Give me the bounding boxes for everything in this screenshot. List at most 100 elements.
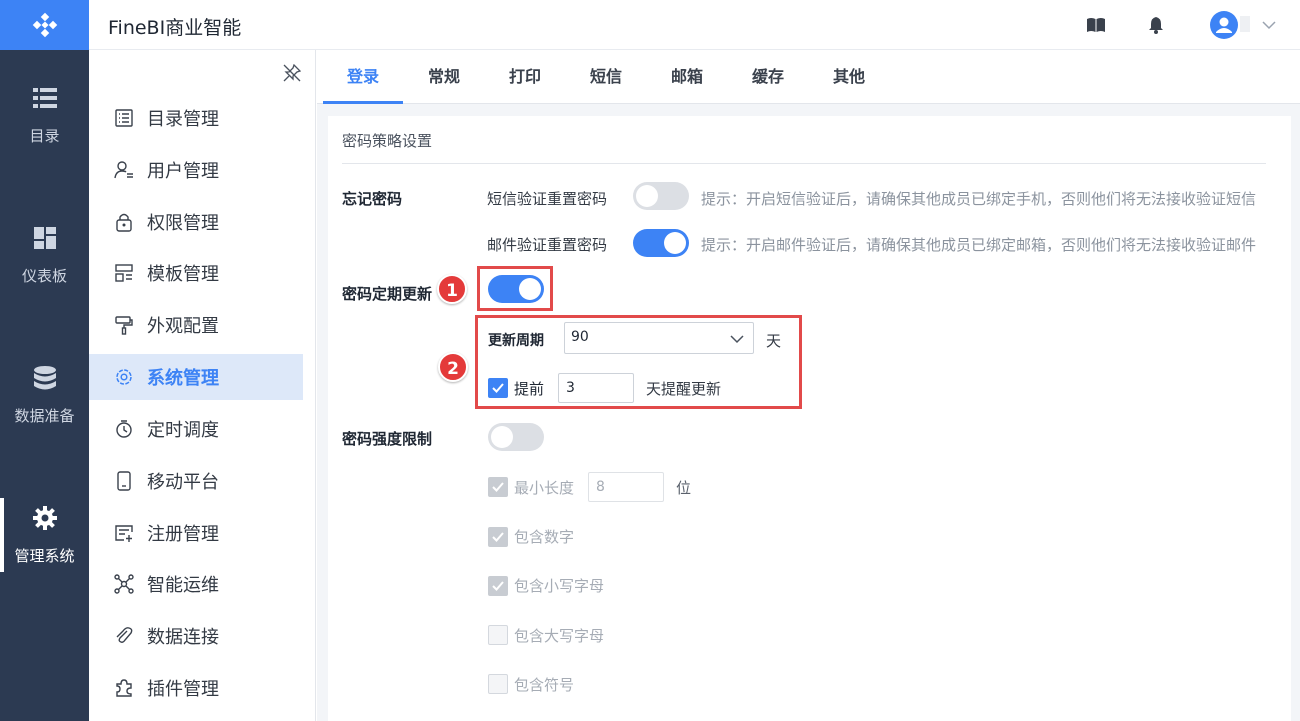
tab-general[interactable]: 常规	[404, 50, 484, 104]
register-icon	[115, 525, 133, 542]
puzzle-icon	[116, 679, 132, 697]
tab-other[interactable]: 其他	[809, 50, 889, 104]
rail-item-data-prep[interactable]: 数据准备	[0, 350, 89, 440]
top-header: FineBI商业智能	[89, 0, 1300, 50]
option-uppercase-checkbox[interactable]	[488, 625, 508, 645]
sms-reset-label: 短信验证重置密码	[487, 190, 608, 208]
sidebar-item-templates[interactable]: 模板管理	[89, 250, 303, 296]
tab-print[interactable]: 打印	[485, 50, 565, 104]
sidebar-item-label: 数据连接	[147, 627, 219, 648]
rail-item-label: 仪表板	[21, 266, 67, 285]
tab-email[interactable]: 邮箱	[647, 50, 727, 104]
tab-sms[interactable]: 短信	[566, 50, 646, 104]
gear-icon	[32, 505, 57, 530]
update-period-select[interactable]: 90	[564, 322, 754, 354]
sidebar-item-scheduling[interactable]: 定时调度	[89, 406, 303, 452]
periodic-update-toggle[interactable]	[488, 275, 544, 303]
sms-reset-hint: 提示：开启短信验证后，请确保其他成员已绑定手机，否则他们将无法接收验证短信	[701, 190, 1257, 208]
option-lowercase-label: 包含小写字母	[514, 577, 605, 595]
sidebar-item-label: 权限管理	[147, 213, 219, 234]
sidebar-item-registration[interactable]: 注册管理	[89, 510, 303, 556]
option-digits-label: 包含数字	[514, 528, 575, 546]
strength-limit-label: 密码强度限制	[342, 430, 433, 448]
checkmark-icon	[492, 383, 504, 393]
sidebar-item-catalog[interactable]: 目录管理	[89, 95, 303, 141]
sidebar-item-label: 模板管理	[147, 264, 219, 285]
rail-item-label: 数据准备	[14, 406, 75, 425]
sidebar-item-system[interactable]: 系统管理	[89, 354, 303, 400]
template-icon	[115, 264, 133, 282]
email-reset-label: 邮件验证重置密码	[487, 236, 608, 254]
sidebar-item-label: 智能运维	[147, 575, 219, 596]
pin-icon[interactable]	[283, 64, 301, 82]
strength-limit-toggle[interactable]	[488, 423, 544, 451]
logo-icon	[32, 12, 57, 38]
tab-cache[interactable]: 缓存	[728, 50, 808, 104]
settings-tabs: 登录 常规 打印 短信 邮箱 缓存 其他	[317, 50, 1300, 104]
remind-checkbox[interactable]	[488, 378, 508, 398]
chevron-down-icon[interactable]	[1261, 17, 1277, 33]
option-digits-checkbox[interactable]	[488, 527, 508, 547]
annotation-badge-1: 1	[437, 274, 467, 304]
paperclip-icon	[116, 627, 133, 643]
book-icon[interactable]	[1086, 15, 1106, 35]
tab-login[interactable]: 登录	[323, 50, 403, 104]
sms-reset-toggle[interactable]	[633, 182, 689, 210]
sidebar-item-ops[interactable]: 智能运维	[89, 561, 303, 607]
main-content: 登录 常规 打印 短信 邮箱 缓存 其他 密码策略设置 忘记密码 短信验证重置密…	[317, 50, 1300, 721]
main-nav-rail: 目录 仪表板 数据准备 管理系统	[0, 0, 89, 721]
username-redacted	[1240, 16, 1250, 32]
sidebar-item-users[interactable]: 用户管理	[89, 147, 303, 193]
network-icon	[114, 574, 134, 594]
update-period-value: 90	[571, 329, 589, 345]
sidebar-item-data-connection[interactable]: 数据连接	[89, 613, 303, 659]
option-lowercase-checkbox[interactable]	[488, 576, 508, 596]
sidebar-item-appearance[interactable]: 外观配置	[89, 302, 303, 348]
sidebar-item-label: 系统管理	[147, 368, 219, 389]
rail-item-dashboard[interactable]: 仪表板	[0, 210, 89, 300]
paint-roller-icon	[115, 316, 133, 335]
avatar[interactable]	[1210, 11, 1238, 39]
option-uppercase-label: 包含大写字母	[514, 627, 605, 645]
user-icon	[114, 161, 133, 179]
min-length-label: 最小长度	[514, 479, 575, 497]
remind-days-input[interactable]: 3	[558, 373, 634, 403]
checkmark-icon	[492, 532, 504, 542]
checkmark-icon	[492, 581, 504, 591]
min-length-checkbox[interactable]	[488, 477, 508, 497]
sidebar-item-label: 外观配置	[147, 316, 219, 337]
email-reset-hint: 提示：开启邮件验证后，请确保其他成员已绑定邮箱，否则他们将无法接收验证邮件	[701, 236, 1257, 254]
section-divider	[342, 163, 1266, 164]
gear-icon	[116, 369, 132, 385]
rail-item-admin[interactable]: 管理系统	[0, 490, 89, 580]
sidebar-item-permissions[interactable]: 权限管理	[89, 199, 303, 245]
update-period-label: 更新周期	[488, 333, 544, 349]
annotation-badge-2: 2	[438, 352, 468, 382]
sidebar-item-mobile[interactable]: 移动平台	[89, 458, 303, 504]
stopwatch-icon	[116, 420, 132, 438]
sidebar-item-label: 移动平台	[147, 472, 219, 493]
sidebar-item-label: 定时调度	[147, 420, 219, 441]
email-reset-toggle[interactable]	[633, 229, 689, 257]
app-logo[interactable]	[0, 0, 89, 50]
catalog-icon	[115, 109, 133, 127]
option-symbols-checkbox[interactable]	[488, 674, 508, 694]
section-title: 密码策略设置	[342, 132, 433, 150]
bell-icon[interactable]	[1146, 15, 1166, 35]
database-icon	[33, 365, 56, 389]
min-length-unit: 位	[676, 479, 692, 497]
sidebar-item-plugins[interactable]: 插件管理	[89, 665, 303, 711]
password-policy-panel: 密码策略设置 忘记密码 短信验证重置密码 提示：开启短信验证后，请确保其他成员已…	[328, 116, 1291, 721]
option-symbols-label: 包含符号	[514, 676, 575, 694]
min-length-input[interactable]: 8	[588, 472, 664, 502]
app-title: FineBI商业智能	[108, 17, 242, 39]
rail-item-catalog[interactable]: 目录	[0, 70, 89, 160]
sidebar-item-label: 目录管理	[147, 109, 219, 130]
remind-suffix: 天提醒更新	[646, 380, 722, 398]
admin-sidebar: 目录管理 用户管理 权限管理 模板管理 外观配置 系统管理 定时调度 移动平台 …	[89, 50, 328, 721]
checkmark-icon	[492, 482, 504, 492]
remind-label: 提前	[514, 380, 545, 398]
sidebar-item-label: 注册管理	[147, 524, 219, 545]
user-icon	[1216, 17, 1232, 33]
mobile-icon	[117, 471, 131, 491]
